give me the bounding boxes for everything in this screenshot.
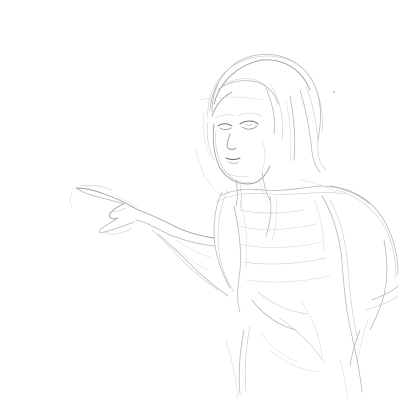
- pointing-arm-sketch: [70, 184, 247, 313]
- torso-sketch: [215, 185, 371, 395]
- hair-sketch: [203, 53, 327, 173]
- sketch-canvas: [70, 53, 399, 399]
- face-sketch: [212, 112, 271, 185]
- right-arm-sketch: [329, 185, 399, 367]
